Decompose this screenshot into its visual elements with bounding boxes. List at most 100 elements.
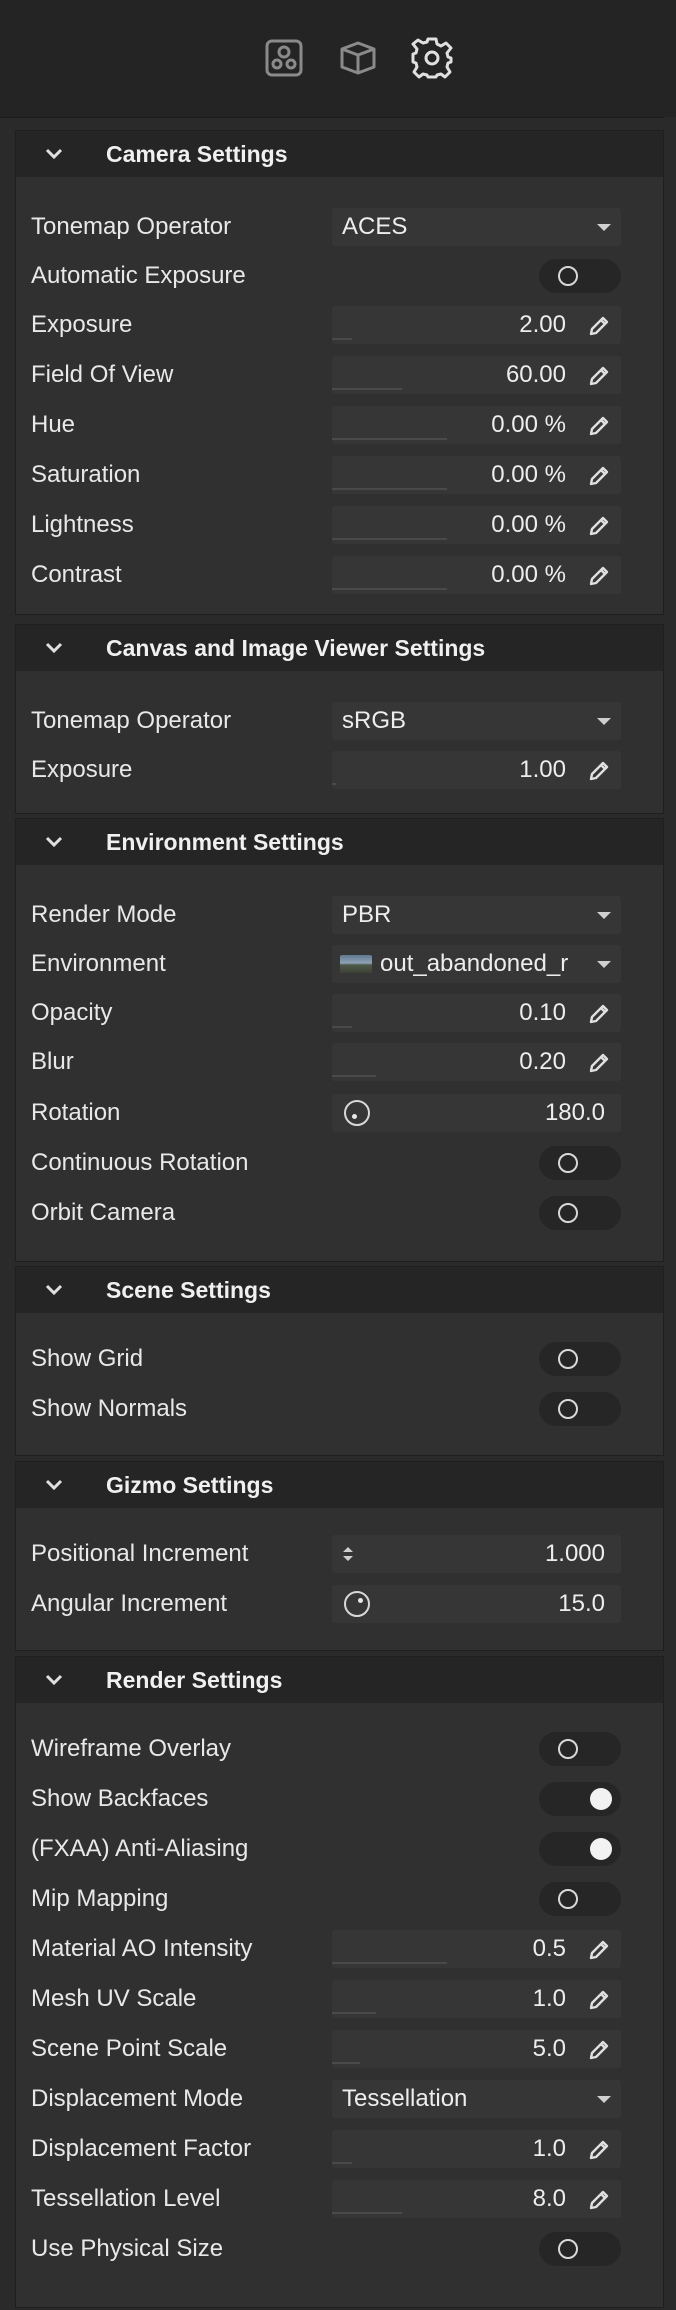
camera-settings-header[interactable]: Camera Settings [16, 131, 663, 177]
pencil-icon[interactable] [587, 2138, 611, 2162]
saturation-slider[interactable]: 0.00 % [332, 456, 621, 494]
point-scale-slider[interactable]: 5.0 [332, 2030, 621, 2068]
scene-settings-header[interactable]: Scene Settings [16, 1267, 663, 1313]
environment-settings-panel: Environment Settings Render Mode PBR Env… [15, 818, 664, 1262]
caret-down-icon [597, 224, 611, 231]
pencil-icon[interactable] [587, 2038, 611, 2062]
settings-tab[interactable] [410, 36, 454, 80]
camera-exposure-slider[interactable]: 2.00 [332, 306, 621, 344]
rotation-dial-input[interactable]: 180.0 [332, 1094, 621, 1132]
render-mode-select[interactable]: PBR [332, 896, 621, 934]
camera-tonemap-select[interactable]: ACES [332, 208, 621, 246]
backfaces-toggle[interactable] [539, 1782, 621, 1816]
displacement-factor-slider[interactable]: 1.0 [332, 2130, 621, 2168]
camera-tonemap-label: Tonemap Operator [31, 213, 232, 240]
stepper-icon[interactable] [342, 1545, 354, 1563]
tessellation-level-slider[interactable]: 8.0 [332, 2180, 621, 2218]
scene-hierarchy-tab[interactable] [262, 36, 306, 80]
pencil-icon[interactable] [587, 414, 611, 438]
wireframe-row: Wireframe Overlay [16, 1728, 663, 1770]
uv-scale-row: Mesh UV Scale 1.0 [16, 1978, 663, 2020]
render-settings-panel: Render Settings Wireframe Overlay Show B… [15, 1656, 664, 2308]
toggle-knob [558, 1889, 578, 1909]
show-grid-toggle[interactable] [539, 1342, 621, 1376]
environment-thumbnail [340, 955, 372, 973]
chevron-down-icon [16, 642, 84, 654]
wireframe-toggle[interactable] [539, 1732, 621, 1766]
canvas-tonemap-row: Tonemap Operator sRGB [16, 700, 663, 742]
environment-settings-header[interactable]: Environment Settings [16, 819, 663, 865]
select-value: out_abandoned_r [380, 950, 569, 977]
pencil-icon[interactable] [587, 564, 611, 588]
toggle-knob [558, 266, 578, 286]
slider-fill [332, 783, 336, 785]
hue-slider[interactable]: 0.00 % [332, 406, 621, 444]
wireframe-label: Wireframe Overlay [31, 1735, 232, 1762]
blur-slider[interactable]: 0.20 [332, 1043, 621, 1081]
auto-exposure-label: Automatic Exposure [31, 262, 246, 289]
saturation-row: Saturation 0.00 % [16, 454, 663, 496]
assets-tab[interactable] [336, 36, 380, 80]
slider-value: 5.0 [532, 2035, 566, 2062]
fov-slider[interactable]: 60.00 [332, 356, 621, 394]
scrollbar[interactable] [664, 117, 676, 2310]
gizmo-settings-header[interactable]: Gizmo Settings [16, 1462, 663, 1508]
rotation-label: Rotation [31, 1099, 121, 1126]
pencil-icon[interactable] [587, 1002, 611, 1026]
contrast-slider[interactable]: 0.00 % [332, 556, 621, 594]
pencil-icon[interactable] [587, 1988, 611, 2012]
pencil-icon[interactable] [587, 2188, 611, 2212]
continuous-rotation-toggle[interactable] [539, 1146, 621, 1180]
auto-exposure-toggle[interactable] [539, 259, 621, 293]
pencil-icon[interactable] [587, 514, 611, 538]
uv-scale-slider[interactable]: 1.0 [332, 1980, 621, 2018]
pencil-icon[interactable] [587, 1938, 611, 1962]
ao-intensity-label: Material AO Intensity [31, 1935, 253, 1962]
chevron-down-icon [16, 1674, 84, 1686]
contrast-row: Contrast 0.00 % [16, 554, 663, 596]
angular-dial-icon[interactable] [344, 1591, 370, 1617]
positional-increment-input[interactable]: 1.000 [332, 1535, 621, 1573]
slider-value: 0.00 % [491, 561, 566, 588]
slider-value: 0.10 [519, 999, 566, 1026]
box-icon [340, 41, 376, 75]
backfaces-row: Show Backfaces [16, 1778, 663, 1820]
render-settings-header[interactable]: Render Settings [16, 1657, 663, 1703]
canvas-exposure-slider[interactable]: 1.00 [332, 751, 621, 789]
slider-fill [332, 388, 402, 390]
slider-fill [332, 2212, 402, 2214]
pencil-icon[interactable] [587, 314, 611, 338]
ao-intensity-slider[interactable]: 0.5 [332, 1930, 621, 1968]
slider-fill [332, 2062, 360, 2064]
pencil-icon[interactable] [587, 364, 611, 388]
positional-increment-row: Positional Increment 1.000 [16, 1533, 663, 1575]
number-value: 1.000 [544, 1540, 605, 1567]
point-scale-row: Scene Point Scale 5.0 [16, 2028, 663, 2070]
fxaa-toggle[interactable] [539, 1832, 621, 1866]
displacement-mode-select[interactable]: Tessellation [332, 2080, 621, 2118]
fov-row: Field Of View 60.00 [16, 354, 663, 396]
canvas-settings-header[interactable]: Canvas and Image Viewer Settings [16, 625, 663, 671]
rotation-row: Rotation 180.0 [16, 1092, 663, 1134]
slider-value: 1.00 [519, 756, 566, 783]
opacity-slider[interactable]: 0.10 [332, 994, 621, 1032]
pencil-icon[interactable] [587, 1051, 611, 1075]
orbit-camera-row: Orbit Camera [16, 1192, 663, 1234]
physical-size-toggle[interactable] [539, 2232, 621, 2266]
canvas-tonemap-select[interactable]: sRGB [332, 702, 621, 740]
lightness-slider[interactable]: 0.00 % [332, 506, 621, 544]
panel-title: Environment Settings [106, 828, 344, 855]
mip-mapping-toggle[interactable] [539, 1882, 621, 1916]
show-normals-toggle[interactable] [539, 1392, 621, 1426]
panel-title: Canvas and Image Viewer Settings [106, 634, 486, 661]
pencil-icon[interactable] [587, 464, 611, 488]
slider-value: 60.00 [505, 361, 566, 388]
angular-increment-dial-input[interactable]: 15.0 [332, 1585, 621, 1623]
chevron-down-icon [16, 836, 84, 848]
panel-title: Render Settings [106, 1666, 283, 1693]
pencil-icon[interactable] [587, 759, 611, 783]
environment-select[interactable]: out_abandoned_r [332, 945, 621, 983]
rotation-dial-icon[interactable] [344, 1100, 370, 1126]
slider-value: 0.5 [532, 1935, 566, 1962]
orbit-camera-toggle[interactable] [539, 1196, 621, 1230]
